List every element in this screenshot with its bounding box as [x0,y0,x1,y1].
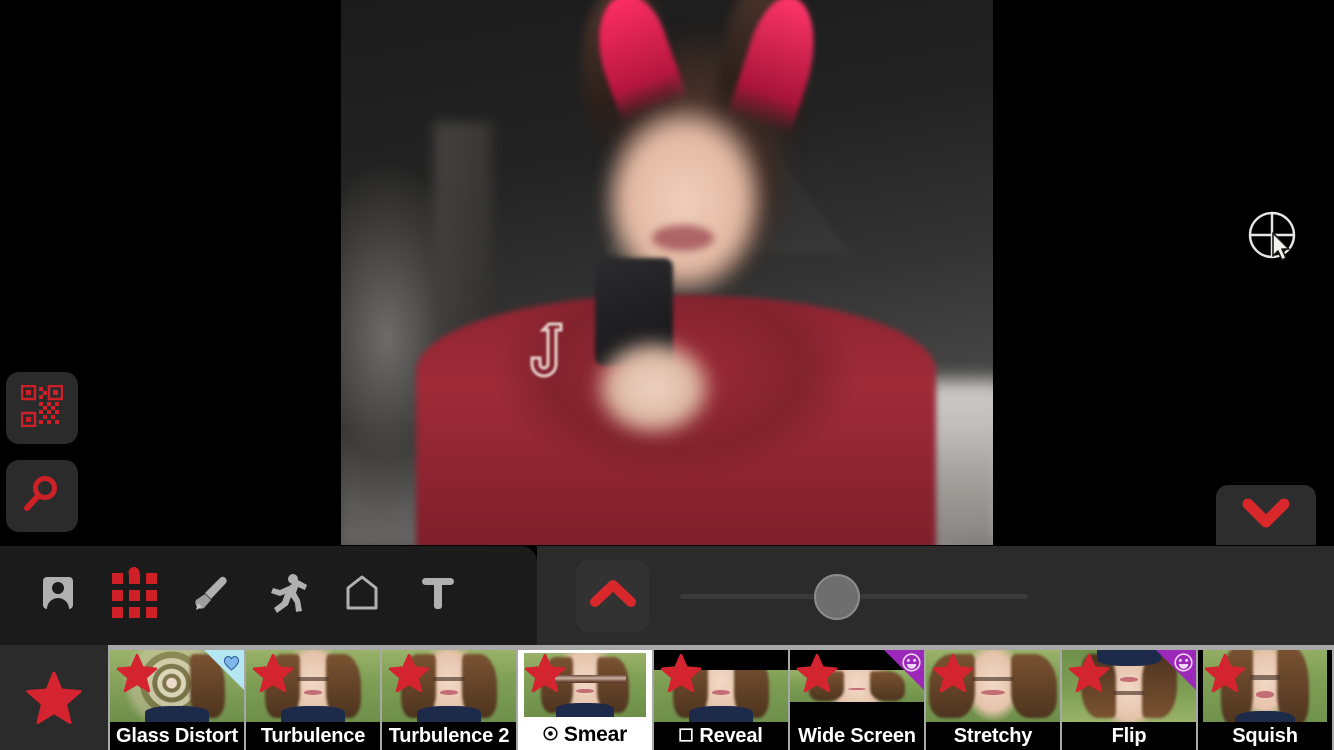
tool-frame-tool[interactable] [324,559,400,633]
thumb-mouth [1119,676,1139,682]
thumb-dress [555,702,615,717]
chevron-up-icon [589,579,636,613]
thumb-letterbox-bottom [790,701,924,722]
thumb-mouth [1256,691,1274,698]
running-person-icon [265,572,307,619]
effects-filmstrip[interactable]: Glass Distort Turbulence Turbulence 2 Sm… [0,645,1334,750]
effect-tile-turbulence[interactable]: Turbulence [246,650,380,750]
expand-panel-button[interactable] [576,560,649,632]
thumb-eyes [296,677,330,681]
slider-panel [537,546,1334,645]
tool-brush-tool[interactable] [172,559,248,633]
thumb-dress [144,706,210,722]
thumb-dress [688,706,754,722]
collapse-panel-button[interactable] [1216,485,1316,545]
thumb-eyes [432,677,466,681]
effect-label: Reveal [699,724,763,747]
effect-tile-reveal[interactable]: Reveal [654,650,788,750]
thumb-eyes [971,677,1015,681]
video-preview[interactable] [341,0,993,545]
grid-dots-icon [111,573,157,618]
frame-icon [342,573,382,618]
star-icon [116,653,158,693]
effect-label: Wide Screen [790,722,924,750]
effect-tile-glass-distort[interactable]: Glass Distort [110,650,244,750]
favorites-button[interactable] [0,645,108,750]
heart-icon [222,653,241,672]
thumb-dress [416,706,482,722]
effect-tile-smear[interactable]: Smear [518,650,652,750]
thumb-hair-right [1010,654,1057,718]
active-indicator-dot [128,566,140,578]
star-icon [796,653,838,693]
effect-label: Squish [1198,722,1332,750]
effect-tile-stretchy[interactable]: Stretchy [926,650,1060,750]
thumb-eyes [1112,691,1146,695]
tool-motion-tool[interactable] [248,559,324,633]
qr-code-icon [20,384,64,432]
preview-subject-mouth [652,225,714,251]
effect-label: Turbulence 2 [382,722,516,750]
target-cursor-icon [1245,208,1307,268]
chevron-down-icon [1242,498,1290,533]
preview-subject-hand [586,330,721,450]
effect-tile-squish[interactable]: Squish [1198,650,1332,750]
record-circle-icon [543,723,558,747]
star-icon [932,653,974,693]
face-effect-icon [902,653,921,672]
thumb-dress [280,706,346,722]
app-root: Glass Distort Turbulence Turbulence 2 Sm… [0,0,1334,750]
tool-portrait-tool[interactable] [20,559,96,633]
effect-tile-wide-screen[interactable]: Wide Screen [790,650,924,750]
effect-label: Flip [1062,722,1196,750]
text-t-icon [418,573,458,618]
thumb-eyes [1250,675,1280,680]
face-effect-icon [1174,653,1193,672]
star-icon [660,653,702,693]
paintbrush-icon [189,572,231,619]
star-icon [1068,653,1110,693]
effect-label: Smear [563,723,628,746]
qr-code-button[interactable] [6,372,78,444]
effect-tile-turbulence-2[interactable]: Turbulence 2 [382,650,516,750]
search-button[interactable] [6,460,78,532]
effect-label: Stretchy [926,722,1060,750]
effect-label-row: Reveal [654,722,788,750]
star-icon [388,653,430,693]
star-icon [26,671,82,724]
portrait-icon [38,573,78,618]
star-icon [1204,653,1246,693]
search-icon [22,474,62,519]
effect-label: Turbulence [246,722,380,750]
tool-panel [0,546,537,645]
star-icon [252,653,294,693]
stop-square-icon [679,725,693,748]
effect-label: Glass Distort [110,722,244,750]
effect-intensity-slider[interactable] [680,573,1028,620]
tool-text-tool[interactable] [400,559,476,633]
tool-effects-grid-tool[interactable] [96,559,172,633]
preview-shirt-logo [519,320,569,378]
effect-label-row: Smear [518,720,652,750]
slider-thumb[interactable] [813,573,860,620]
effect-tile-flip[interactable]: Flip [1062,650,1196,750]
star-icon [524,653,566,693]
thumb-dress [1235,711,1295,722]
